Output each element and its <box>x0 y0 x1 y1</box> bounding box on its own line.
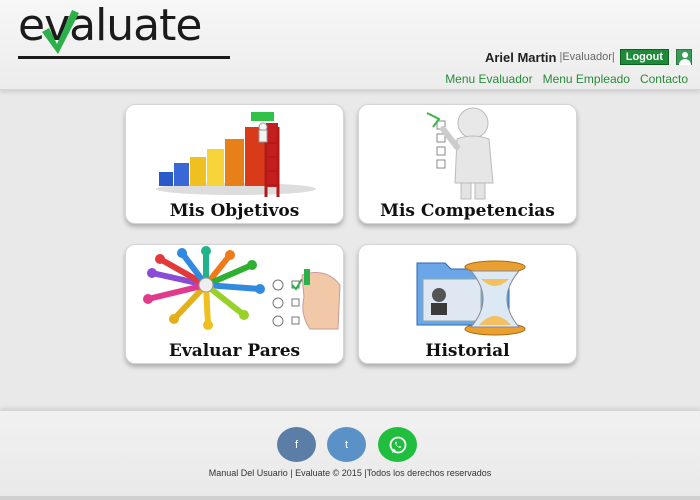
logo[interactable]: evaluate <box>18 0 233 62</box>
facebook-icon[interactable]: f <box>277 427 316 462</box>
card-label: Mis Objetivos <box>169 201 300 221</box>
checklist-figure-illustration <box>426 107 494 200</box>
people-network-illustration <box>143 246 341 330</box>
card-mis-competencias[interactable]: Mis Competencias <box>358 104 577 224</box>
footer: f t Manual Del Usuario | Evaluate © 2015… <box>0 410 700 496</box>
whatsapp-icon[interactable] <box>378 427 417 462</box>
card-evaluar-pares[interactable]: Evaluar Pares <box>125 244 344 364</box>
logo-underline <box>18 56 230 59</box>
card-label: Evaluar Pares <box>168 341 301 361</box>
card-historial[interactable]: Historial <box>358 244 577 364</box>
top-nav: Menu Evaluador Menu Empleado Contacto <box>445 72 688 86</box>
bar-growth-illustration <box>156 112 316 197</box>
user-role: |Evaluador| <box>559 51 615 63</box>
folder-hourglass-illustration <box>416 260 526 336</box>
user-bar: Ariel Martin |Evaluador| Logout <box>485 48 692 66</box>
user-name: Ariel Martin <box>484 49 557 65</box>
card-label: Historial <box>425 341 510 361</box>
whatsapp-glyph <box>389 436 406 453</box>
nav-contacto[interactable]: Contacto <box>640 72 688 86</box>
bottom-divider <box>0 496 700 500</box>
checkmark-icon <box>42 10 79 54</box>
logout-button[interactable]: Logout <box>619 49 669 65</box>
user-avatar-icon[interactable] <box>676 49 692 65</box>
twitter-icon[interactable]: t <box>327 427 366 462</box>
copyright-text: Manual Del Usuario | Evaluate © 2015 |To… <box>208 468 492 478</box>
card-mis-objetivos[interactable]: Mis Objetivos <box>125 104 344 224</box>
card-label: Mis Competencias <box>380 201 555 221</box>
nav-menu-evaluador[interactable]: Menu Evaluador <box>445 72 532 86</box>
header: evaluate Ariel Martin |Evaluador| Logout… <box>0 0 700 90</box>
nav-menu-empleado[interactable]: Menu Empleado <box>543 72 630 86</box>
